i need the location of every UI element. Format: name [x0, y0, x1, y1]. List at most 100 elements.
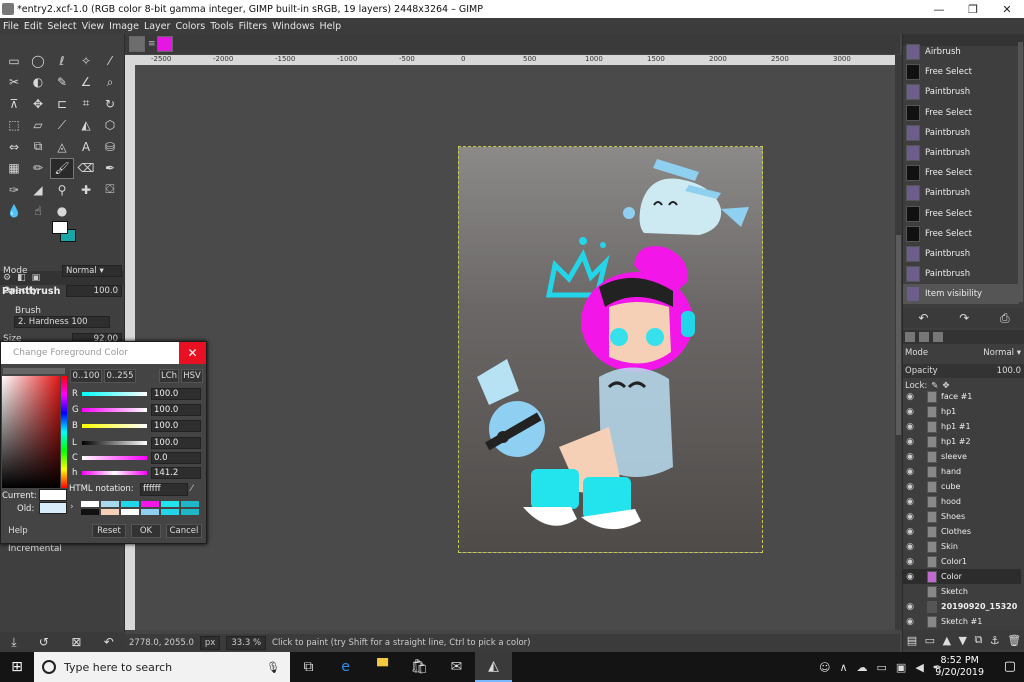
- foreground-color-swatch[interactable]: [52, 221, 68, 234]
- minimize-button[interactable]: —: [922, 0, 956, 18]
- delete-layer-icon[interactable]: 🗑: [1007, 634, 1021, 647]
- image-canvas[interactable]: [458, 146, 763, 553]
- rect-select-icon[interactable]: ▭: [2, 50, 26, 72]
- history-item[interactable]: Free Select: [903, 204, 1019, 224]
- color-history-swatch[interactable]: [161, 509, 179, 515]
- dialog-close-button[interactable]: ✕: [179, 342, 206, 364]
- layer-row[interactable]: ◉ hp1: [903, 404, 1021, 419]
- opacity-slider[interactable]: 100.0: [66, 285, 122, 297]
- menu-view[interactable]: View: [82, 21, 105, 32]
- unified-transform-icon[interactable]: ⧉: [26, 136, 50, 158]
- visibility-eye-icon[interactable]: ◉: [903, 467, 917, 477]
- foreground-select-icon[interactable]: ◐: [26, 72, 50, 94]
- task-view-icon[interactable]: ⧉: [290, 652, 327, 682]
- history-item[interactable]: Paintbrush: [903, 82, 1019, 102]
- microphone-icon[interactable]: 🎙: [266, 661, 280, 674]
- lch-button[interactable]: LCh: [159, 369, 179, 383]
- menu-windows[interactable]: Windows: [272, 21, 314, 32]
- menu-image[interactable]: Image: [109, 21, 139, 32]
- history-item[interactable]: Paintbrush: [903, 183, 1019, 203]
- delete-options-icon[interactable]: ⊠: [71, 635, 81, 649]
- anchor-layer-icon[interactable]: ⚓: [990, 634, 1000, 647]
- menu-tools[interactable]: Tools: [210, 21, 233, 32]
- slider-c-bar[interactable]: [82, 455, 147, 460]
- brush-select[interactable]: 2. Hardness 100: [14, 316, 110, 328]
- color-history-swatch[interactable]: [161, 501, 179, 507]
- color-picker-icon[interactable]: ⁄: [191, 484, 193, 494]
- rotate-icon[interactable]: ↻: [98, 93, 122, 115]
- range-0-255-button[interactable]: 0..255: [104, 369, 136, 383]
- layer-row[interactable]: ◉ face #1: [903, 389, 1021, 404]
- new-layer-icon[interactable]: ▤: [907, 634, 917, 647]
- history-item[interactable]: Free Select: [903, 224, 1019, 244]
- channels-tab-icon[interactable]: [919, 332, 929, 342]
- color-history-swatch[interactable]: [121, 501, 139, 507]
- html-notation-input[interactable]: ffffff: [140, 483, 188, 496]
- history-item[interactable]: Free Select: [903, 163, 1019, 183]
- handle-transform-icon[interactable]: ◬: [50, 136, 74, 158]
- unit-select[interactable]: px: [199, 636, 221, 650]
- action-center-icon[interactable]: ▢: [1004, 659, 1016, 674]
- history-item[interactable]: Airbrush: [903, 42, 1019, 62]
- menu-file[interactable]: File: [3, 21, 19, 32]
- history-item[interactable]: Free Select: [903, 62, 1019, 82]
- scale-icon[interactable]: ⬚: [2, 115, 26, 137]
- slider-h-value[interactable]: 141.2: [151, 466, 201, 479]
- layer-row[interactable]: ◉ Sketch #1: [903, 614, 1021, 629]
- color-history-swatch[interactable]: [141, 509, 159, 515]
- flip-icon[interactable]: ◭: [74, 115, 98, 137]
- slider-l-bar[interactable]: [82, 440, 147, 445]
- visibility-eye-icon[interactable]: ◉: [903, 392, 917, 402]
- layer-row[interactable]: ◉ Shoes: [903, 509, 1021, 524]
- color-history-arrow-icon[interactable]: ›: [70, 502, 74, 512]
- history-item[interactable]: Free Select: [903, 103, 1019, 123]
- layer-row[interactable]: ◉ hp1 #1: [903, 419, 1021, 434]
- layer-row[interactable]: ◉ hp1 #2: [903, 434, 1021, 449]
- dodge-burn-icon[interactable]: ●: [50, 201, 74, 223]
- battery-icon[interactable]: ▭: [877, 661, 887, 674]
- visibility-eye-icon[interactable]: ◉: [903, 602, 917, 612]
- bucket-fill-icon[interactable]: ⛁: [98, 136, 122, 158]
- redo-icon[interactable]: ↷: [959, 311, 969, 325]
- menu-filters[interactable]: Filters: [239, 21, 267, 32]
- align-icon[interactable]: ⊼: [2, 93, 26, 115]
- mypaint-brush-icon[interactable]: ◢: [26, 179, 50, 201]
- volume-icon[interactable]: ◀: [915, 661, 923, 674]
- layer-row[interactable]: ◉ Skin: [903, 539, 1021, 554]
- lower-layer-icon[interactable]: ▼: [959, 634, 967, 647]
- layer-row[interactable]: ◉ Color: [903, 569, 1021, 584]
- visibility-eye-icon[interactable]: ◉: [903, 542, 917, 552]
- menu-layer[interactable]: Layer: [144, 21, 171, 32]
- slider-g-bar[interactable]: [82, 407, 147, 412]
- file-explorer-icon[interactable]: ▀: [364, 652, 401, 682]
- image-tab-thumbnail-active[interactable]: [157, 36, 173, 52]
- move-icon[interactable]: ✥: [26, 93, 50, 115]
- layer-mode-select[interactable]: Normal ▾: [983, 348, 1021, 358]
- layer-row[interactable]: ◉ hand: [903, 464, 1021, 479]
- reset-options-icon[interactable]: ↶: [104, 635, 114, 649]
- layer-opacity-value[interactable]: 100.0: [997, 366, 1021, 376]
- menu-help[interactable]: Help: [320, 21, 342, 32]
- network-icon[interactable]: ▣: [896, 661, 906, 674]
- undo-icon[interactable]: ↶: [918, 311, 928, 325]
- layer-row[interactable]: ◉ Clothes: [903, 524, 1021, 539]
- perspective-icon[interactable]: ⟋: [50, 115, 74, 137]
- history-item[interactable]: Paintbrush: [903, 244, 1019, 264]
- warp-icon[interactable]: ⇔: [2, 136, 26, 158]
- visibility-eye-icon[interactable]: ◉: [903, 527, 917, 537]
- slider-l[interactable]: L 100.0: [72, 436, 204, 449]
- slider-b[interactable]: B 100.0: [72, 419, 204, 432]
- color-history-swatch[interactable]: [101, 509, 119, 515]
- blur-icon[interactable]: 💧: [2, 201, 26, 223]
- new-group-icon[interactable]: ▭: [925, 634, 935, 647]
- gimp-taskbar-icon[interactable]: ◭: [475, 652, 512, 682]
- layers-tab-icon[interactable]: [905, 332, 915, 342]
- gradient-icon[interactable]: ▦: [2, 158, 26, 180]
- paths-icon[interactable]: ✎: [50, 72, 74, 94]
- color-history-swatch[interactable]: [181, 509, 199, 515]
- color-history-swatch[interactable]: [81, 501, 99, 507]
- visibility-eye-icon[interactable]: ◉: [903, 572, 917, 582]
- range-0-100-button[interactable]: 0..100: [70, 369, 102, 383]
- measure-icon[interactable]: ∠: [74, 72, 98, 94]
- edge-browser-icon[interactable]: e: [327, 652, 364, 682]
